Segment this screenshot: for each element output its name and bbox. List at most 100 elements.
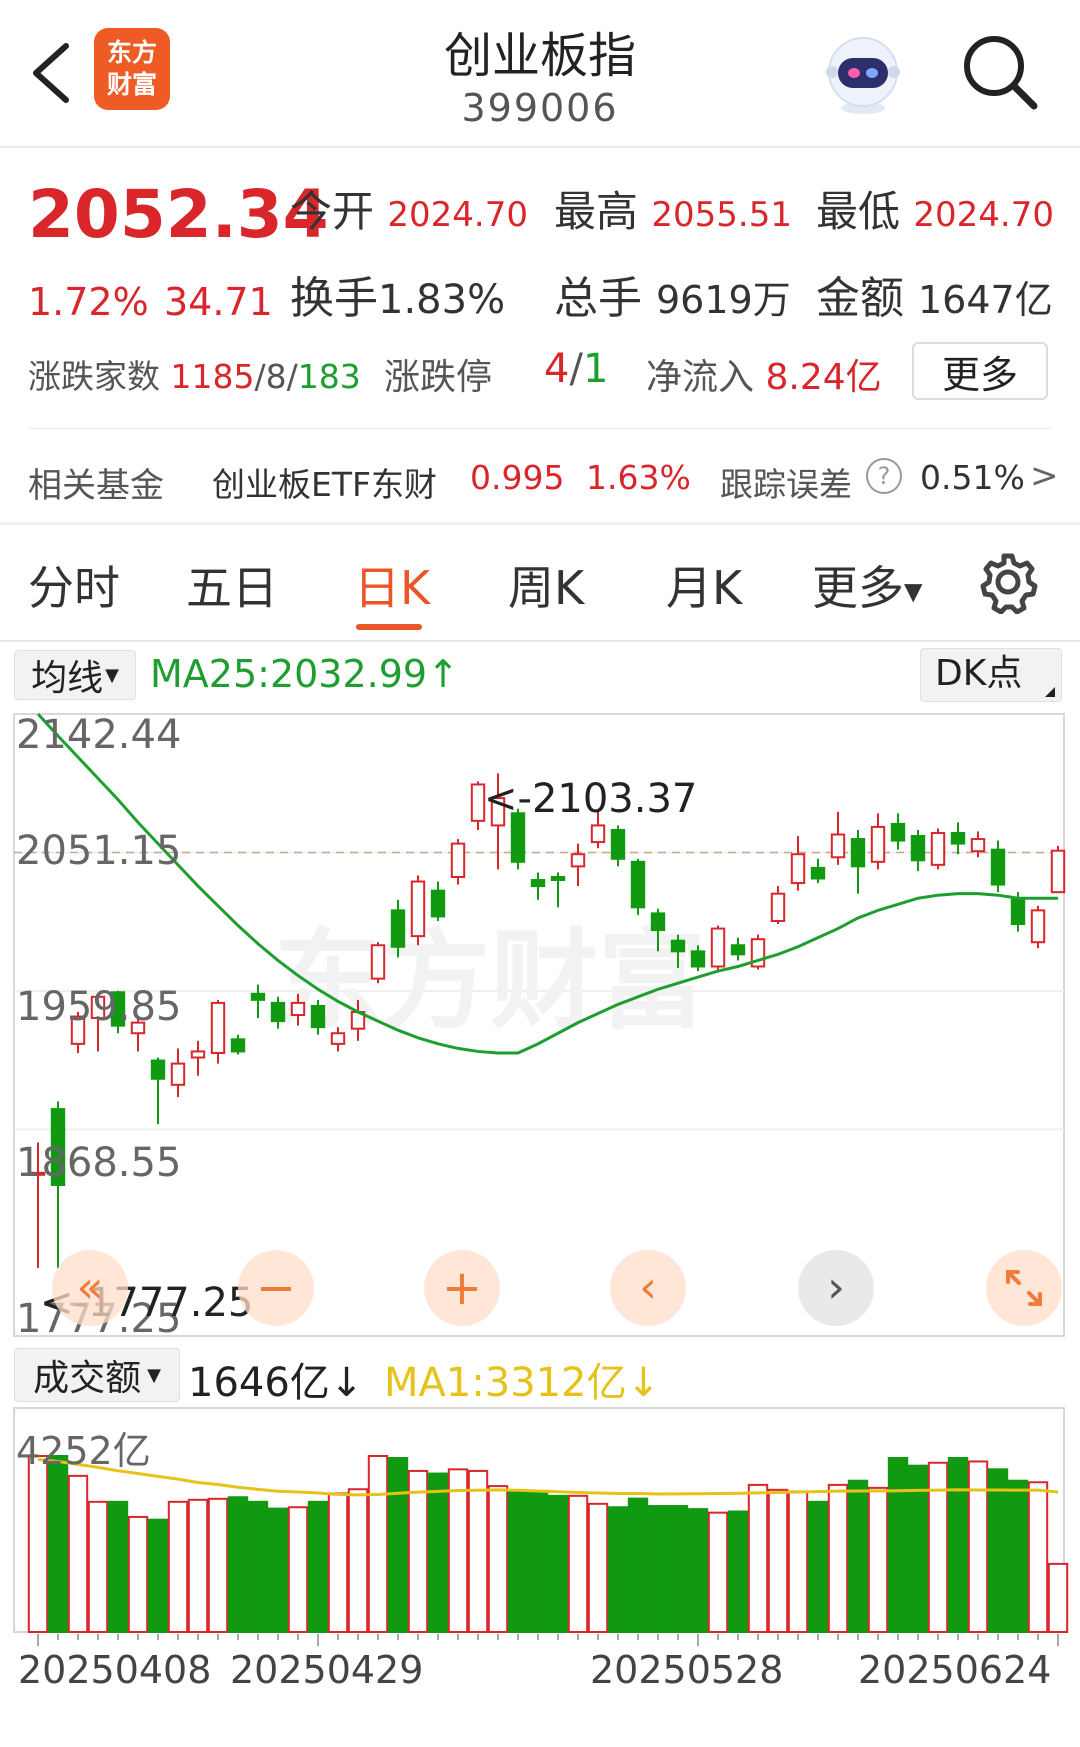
limit-sep: / (569, 346, 583, 392)
volume-bar (587, 1502, 609, 1633)
volume-ma-value: MA1:3312亿 (384, 1360, 627, 1406)
low-label: 最低 (816, 187, 901, 236)
corner-triangle-icon (1045, 687, 1055, 697)
volume-bar (367, 1455, 389, 1633)
chevron-right-icon: > (1030, 456, 1059, 496)
turnover-label: 换手 (290, 273, 378, 324)
candle-body (890, 822, 906, 842)
candle-body (1050, 849, 1066, 894)
change-value: 34.71 (164, 280, 273, 324)
volume-bar (147, 1518, 169, 1633)
volume-bar (707, 1511, 729, 1633)
high-stat: 最高 2055.51 (554, 178, 792, 239)
max-price-annotation: <-2103.37 (484, 776, 698, 822)
amount-value: 1647亿 (918, 278, 1053, 322)
candle-body (690, 950, 706, 968)
volume-bar (467, 1469, 489, 1633)
tab-more[interactable]: 更多▼ (812, 552, 922, 618)
volume-stat: 总手 9619万 (554, 262, 791, 326)
more-stats-button[interactable]: 更多 (912, 342, 1048, 400)
volume-selector-label: 成交额 (33, 1358, 142, 1399)
volume-bar (187, 1498, 209, 1634)
volume-bar (67, 1474, 89, 1633)
ma25-readout: MA25:2032.99↑ (150, 652, 459, 696)
dk-point-label: DK点 (935, 653, 1023, 694)
candle-body (590, 824, 606, 844)
related-fund-row[interactable]: 相关基金 创业板ETF东财 0.995 1.63% 跟踪误差 ? 0.51% > (0, 440, 1080, 520)
volume-chart[interactable] (0, 1406, 1080, 1646)
volume-bar (207, 1497, 229, 1633)
breadth-up: 1185 (170, 357, 255, 396)
candle-body (830, 833, 846, 859)
breadth-flat: 8 (265, 357, 287, 396)
volume-bar (727, 1510, 749, 1633)
assistant-robot-button[interactable] (820, 30, 906, 116)
candle-body (330, 1032, 346, 1045)
breadth-sep: / (254, 357, 266, 396)
candle-body (1010, 898, 1026, 926)
candle-body (310, 1004, 326, 1029)
scroll-left-button[interactable]: ‹ (610, 1250, 686, 1326)
volume-bar (247, 1500, 269, 1633)
zoom-out-button[interactable]: − (238, 1250, 314, 1326)
x-axis-date-label: 20250429 (230, 1648, 424, 1692)
settings-button[interactable] (976, 550, 1040, 615)
tracking-error-value: 0.51% (920, 458, 1025, 497)
candle-body (550, 875, 566, 882)
volume-bar (567, 1494, 589, 1633)
volume-bar (927, 1461, 949, 1633)
candle-body (250, 992, 266, 1001)
fund-price: 0.995 (470, 458, 565, 497)
caret-down-icon: ▼ (147, 1364, 161, 1386)
candle-body (470, 783, 486, 822)
volume-bar (527, 1491, 549, 1633)
caret-down-icon: ▼ (105, 664, 119, 686)
volume-bar (1047, 1562, 1069, 1634)
candle-body (190, 1050, 206, 1059)
candle-body (970, 838, 986, 853)
tab-monthly-k[interactable]: 月K (666, 552, 742, 618)
volume-indicator-selector[interactable]: 成交额 ▼ (14, 1348, 180, 1402)
fullscreen-button[interactable] (986, 1250, 1062, 1326)
candle-body (230, 1038, 246, 1053)
tab-daily-k[interactable]: 日K (354, 552, 430, 618)
y-axis-label: 1868.55 (16, 1140, 182, 1186)
candle-body (910, 835, 926, 862)
candle-body (710, 927, 726, 968)
active-tab-indicator (356, 624, 422, 630)
volume-bar (307, 1500, 329, 1633)
rewind-button[interactable]: « (52, 1250, 128, 1326)
ma-selector-label: 均线 (31, 658, 104, 699)
candle-body (170, 1062, 186, 1086)
search-button[interactable] (958, 30, 1042, 114)
volume-bar (1007, 1479, 1029, 1633)
candle-body (1030, 909, 1046, 944)
limit-down-count: 1 (582, 346, 609, 392)
volume-bar (87, 1500, 109, 1633)
minus-icon: − (255, 1260, 297, 1316)
expand-icon (1006, 1270, 1042, 1306)
candle-body (210, 1001, 226, 1054)
arrow-down-icon: ↓ (626, 1360, 661, 1406)
change-percent: 1.72% (28, 280, 149, 324)
scroll-right-button[interactable]: › (798, 1250, 874, 1326)
candle-body (850, 838, 866, 868)
candle-body (270, 1001, 286, 1023)
volume-bar (287, 1506, 309, 1633)
fund-change-percent: 1.63% (586, 458, 691, 497)
tab-weekly-k[interactable]: 周K (508, 552, 584, 618)
help-icon[interactable]: ? (866, 458, 902, 494)
amount-label: 金额 (816, 273, 904, 324)
volume-bar (887, 1456, 909, 1633)
zoom-in-button[interactable]: + (424, 1250, 500, 1326)
related-fund-label: 相关基金 (28, 466, 164, 506)
dk-point-button[interactable]: DK点 (920, 648, 1062, 702)
arrow-up-icon: ↑ (427, 652, 459, 696)
ma-selector[interactable]: 均线 ▼ (14, 650, 136, 700)
plus-icon: + (441, 1260, 483, 1316)
candle-body (410, 880, 426, 938)
tab-intraday[interactable]: 分时 (28, 552, 120, 618)
tab-five-day[interactable]: 五日 (186, 552, 278, 618)
volume-bar (787, 1490, 809, 1633)
tracking-error-label: 跟踪误差 (720, 465, 852, 504)
